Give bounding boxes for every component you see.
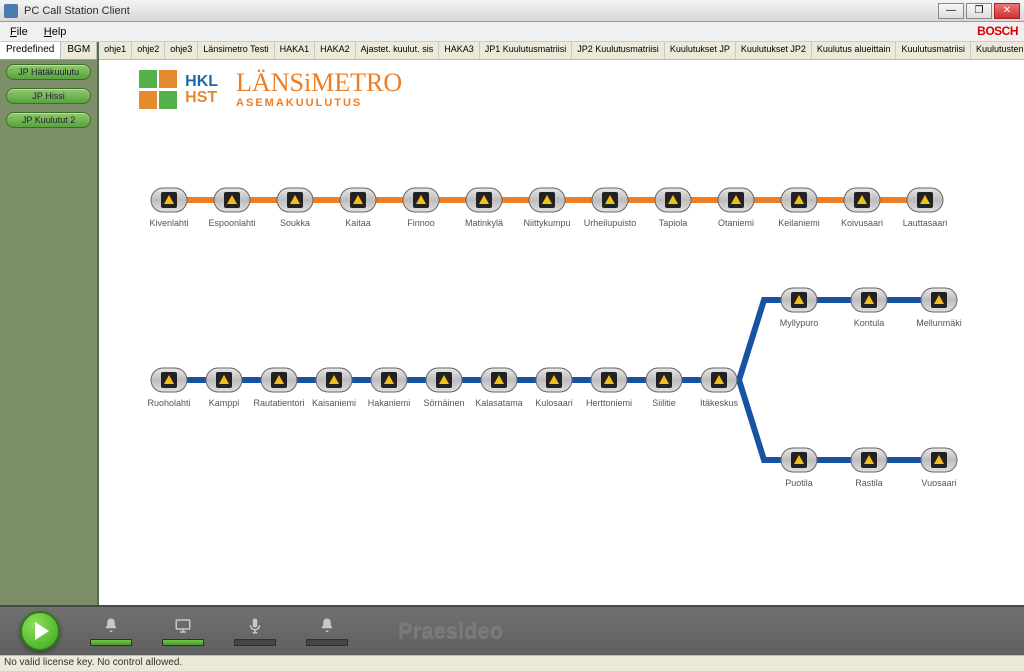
bottom-toolbar: Praesideo bbox=[0, 605, 1024, 655]
alert2-control[interactable] bbox=[306, 617, 348, 646]
menu-file[interactable]: File bbox=[2, 24, 36, 40]
station-label-blue-5: Sörnäinen bbox=[424, 398, 465, 408]
station-label-bot-1: Rastila bbox=[855, 478, 883, 488]
station-label-blue-9: Siilitie bbox=[652, 398, 676, 408]
content-panel: ohje1ohje2ohje3Länsimetro TestiHAKA1HAKA… bbox=[99, 42, 1024, 605]
tab-0[interactable]: ohje1 bbox=[99, 42, 132, 59]
status-bar: No valid license key. No control allowed… bbox=[0, 655, 1024, 671]
station-label-blue-0: Ruoholahti bbox=[148, 398, 191, 408]
play-button[interactable] bbox=[20, 611, 60, 651]
monitor-icon bbox=[174, 617, 192, 635]
station-label-blue-4: Hakaniemi bbox=[368, 398, 411, 408]
tab-3[interactable]: Länsimetro Testi bbox=[198, 42, 274, 59]
station-label-orange-12: Lauttasaari bbox=[903, 218, 948, 228]
station-label-blue-10: Itäkeskus bbox=[700, 398, 739, 408]
close-button[interactable]: ✕ bbox=[994, 3, 1020, 19]
station-label-top-2: Mellunmäki bbox=[916, 318, 962, 328]
station-label-orange-5: Matinkylä bbox=[465, 218, 503, 228]
tab-8[interactable]: JP1 Kuulutusmatriisi bbox=[480, 42, 573, 59]
screen-control[interactable] bbox=[162, 617, 204, 646]
station-label-blue-6: Kalasatama bbox=[475, 398, 523, 408]
mic-control[interactable] bbox=[234, 617, 276, 646]
station-label-blue-2: Rautatientori bbox=[254, 398, 305, 408]
station-label-orange-2: Soukka bbox=[280, 218, 310, 228]
jp-button-2[interactable]: JP Kuulutut 2 bbox=[6, 112, 91, 128]
bell-icon bbox=[102, 617, 120, 635]
map-canvas: HKL HST LÄNSiMETRO ASEMAKUULUTUS Kivenla… bbox=[99, 60, 1024, 605]
mic-icon bbox=[246, 617, 264, 635]
jp-button-0[interactable]: JP Hätäkuulutu bbox=[6, 64, 91, 80]
tab-10[interactable]: Kuulutukset JP bbox=[665, 42, 736, 59]
window-titlebar: PC Call Station Client — ❐ ✕ bbox=[0, 0, 1024, 22]
tab-5[interactable]: HAKA2 bbox=[315, 42, 356, 59]
station-label-orange-7: Urheilupuisto bbox=[584, 218, 637, 228]
station-label-top-0: Myllypuro bbox=[780, 318, 819, 328]
tab-11[interactable]: Kuulutukset JP2 bbox=[736, 42, 812, 59]
menu-help[interactable]: Help bbox=[36, 24, 75, 40]
progress-4 bbox=[306, 639, 348, 646]
tab-7[interactable]: HAKA3 bbox=[439, 42, 480, 59]
maximize-button[interactable]: ❐ bbox=[966, 3, 992, 19]
praesideo-label: Praesideo bbox=[398, 618, 503, 644]
station-label-orange-9: Otaniemi bbox=[718, 218, 754, 228]
station-label-orange-4: Finnoo bbox=[407, 218, 435, 228]
progress-2 bbox=[162, 639, 204, 646]
progress-3 bbox=[234, 639, 276, 646]
station-label-blue-1: Kamppi bbox=[209, 398, 240, 408]
tab-14[interactable]: Kuulutusten sisalto bbox=[971, 42, 1024, 59]
brand-logo: BOSCH bbox=[977, 24, 1018, 38]
window-title: PC Call Station Client bbox=[24, 5, 938, 17]
station-label-orange-6: Niittykumpu bbox=[524, 218, 571, 228]
app-icon bbox=[4, 4, 18, 18]
progress-1 bbox=[90, 639, 132, 646]
station-label-blue-7: Kulosaari bbox=[535, 398, 573, 408]
station-label-bot-2: Vuosaari bbox=[922, 478, 957, 488]
station-label-blue-3: Kaisaniemi bbox=[312, 398, 356, 408]
window-controls: — ❐ ✕ bbox=[938, 3, 1020, 19]
blue-fork-bottom bbox=[719, 380, 799, 460]
metro-map-svg: Kivenlahti Espoonlahti Soukka Kaitaa Finnoo M… bbox=[99, 60, 1017, 560]
tab-1[interactable]: ohje2 bbox=[132, 42, 165, 59]
sidebar-tab-bgm[interactable]: BGM bbox=[61, 42, 97, 59]
main-area: Predefined BGM JP Hätäkuulutu JP Hissi J… bbox=[0, 42, 1024, 605]
sidebar-tabs: Predefined BGM bbox=[0, 42, 97, 60]
jp-button-1[interactable]: JP Hissi bbox=[6, 88, 91, 104]
minimize-button[interactable]: — bbox=[938, 3, 964, 19]
station-label-orange-8: Tapiola bbox=[659, 218, 688, 228]
tab-6[interactable]: Ajastet. kuulut. sis bbox=[356, 42, 440, 59]
tab-4[interactable]: HAKA1 bbox=[275, 42, 316, 59]
content-tabs: ohje1ohje2ohje3Länsimetro TestiHAKA1HAKA… bbox=[99, 42, 1024, 60]
station-label-orange-0: Kivenlahti bbox=[150, 218, 189, 228]
menu-bar: File Help BOSCH bbox=[0, 22, 1024, 42]
station-label-top-1: Kontula bbox=[854, 318, 885, 328]
station-label-orange-3: Kaitaa bbox=[345, 218, 371, 228]
station-label-bot-0: Puotila bbox=[785, 478, 813, 488]
station-label-orange-1: Espoonlahti bbox=[209, 218, 256, 228]
bell-icon bbox=[318, 617, 336, 635]
tab-9[interactable]: JP2 Kuulutusmatriisi bbox=[572, 42, 665, 59]
sidebar: Predefined BGM JP Hätäkuulutu JP Hissi J… bbox=[0, 42, 99, 605]
station-label-orange-10: Keilaniemi bbox=[778, 218, 820, 228]
station-label-blue-8: Herttoniemi bbox=[586, 398, 632, 408]
tab-13[interactable]: Kuulutusmatriisi bbox=[896, 42, 971, 59]
tab-12[interactable]: Kuulutus alueittain bbox=[812, 42, 897, 59]
blue-fork-top bbox=[719, 300, 799, 380]
sidebar-tab-predefined[interactable]: Predefined bbox=[0, 42, 61, 59]
alert1-control[interactable] bbox=[90, 617, 132, 646]
station-label-orange-11: Koivusaari bbox=[841, 218, 883, 228]
tab-2[interactable]: ohje3 bbox=[165, 42, 198, 59]
